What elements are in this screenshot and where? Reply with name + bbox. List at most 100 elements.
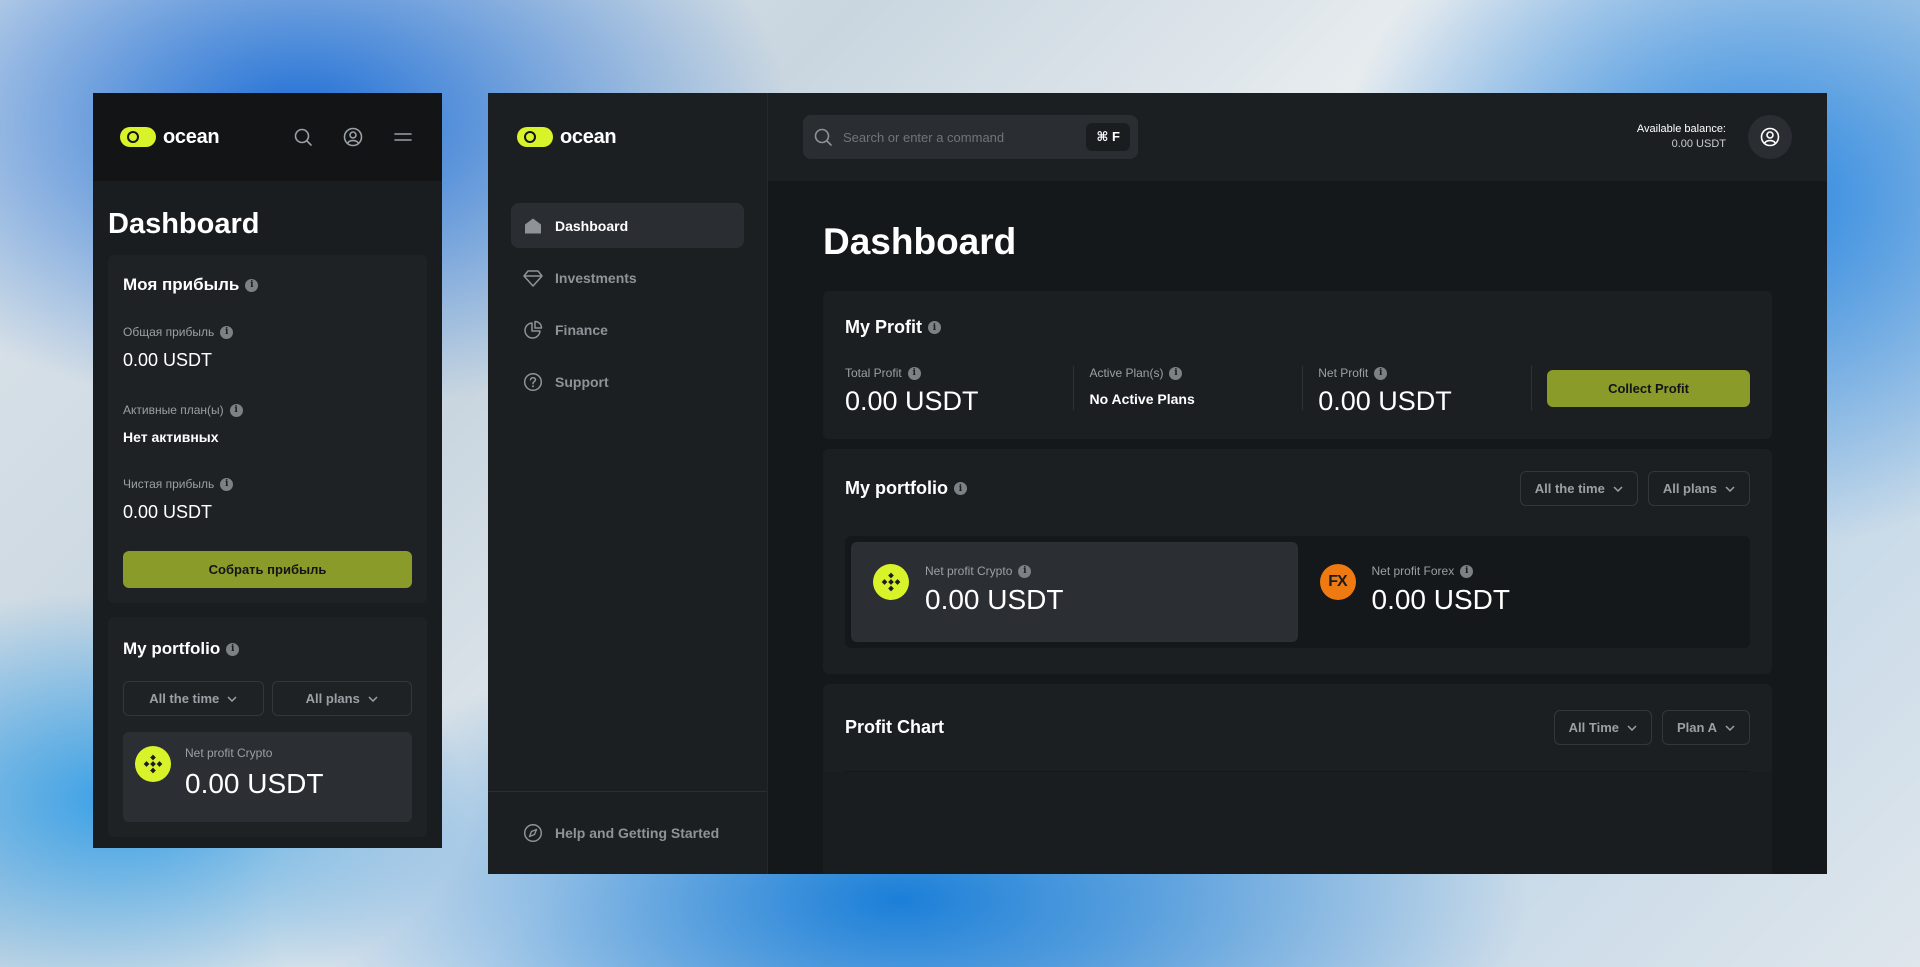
- net-profit-label: Чистая прибыль: [123, 477, 215, 491]
- time-filter-dropdown[interactable]: All the time: [123, 681, 264, 716]
- logo-text: ocean: [560, 125, 617, 148]
- page-title: Dashboard: [823, 221, 1017, 262]
- chevron-down-icon: [1725, 485, 1735, 492]
- chevron-down-icon: [1627, 724, 1637, 731]
- page-title: Dashboard: [108, 208, 260, 240]
- sidebar-item-label: Finance: [555, 321, 608, 338]
- time-filter-label: All the time: [149, 691, 220, 706]
- chevron-down-icon: [227, 695, 237, 702]
- info-icon[interactable]: i: [220, 477, 234, 491]
- info-icon[interactable]: i: [1169, 366, 1183, 380]
- search-shortcut-badge: ⌘ F: [1086, 123, 1130, 151]
- portfolio-card-title: My portfolio: [845, 478, 948, 498]
- sidebar-item-label: Dashboard: [555, 217, 629, 234]
- active-plans-label: Активные план(ы): [123, 403, 224, 417]
- search-input[interactable]: [843, 129, 1077, 145]
- info-icon[interactable]: i: [953, 482, 967, 495]
- crypto-asset-tile[interactable]: Net profit Crypto i 0.00 USDT: [851, 542, 1298, 642]
- sidebar-item-label: Support: [555, 373, 609, 390]
- binance-coin-icon: [873, 564, 909, 600]
- crypto-profit-value: 0.00 USDT: [925, 584, 1064, 615]
- search-icon[interactable]: [291, 125, 315, 149]
- chart-time-dropdown[interactable]: All Time: [1553, 710, 1653, 745]
- profit-chart-title: Profit Chart: [845, 717, 944, 737]
- crypto-asset-tile[interactable]: Net profit Crypto 0.00 USDT: [123, 732, 412, 822]
- main-content: Dashboard My Profit i Total Profit i 0.0…: [768, 181, 1827, 874]
- search-bar[interactable]: ⌘ F: [803, 115, 1138, 159]
- crypto-profit-label: Net profit Crypto: [925, 564, 1013, 578]
- net-profit-stat: Net Profit i 0.00 USDT: [1302, 366, 1531, 416]
- time-filter-label: All the time: [1534, 481, 1605, 496]
- logo-text: ocean: [163, 125, 220, 148]
- chart-area: [823, 772, 1772, 874]
- info-icon[interactable]: i: [1374, 366, 1388, 380]
- logo[interactable]: ocean: [517, 125, 617, 149]
- info-icon[interactable]: i: [928, 321, 942, 334]
- plan-filter-dropdown[interactable]: All plans: [271, 681, 412, 716]
- home-icon: [523, 216, 543, 236]
- mobile-view: ocean Dashboard Моя прибыль i Общая приб…: [93, 93, 442, 848]
- profit-card: Моя прибыль i Общая прибыль i 0.00 USDT …: [108, 255, 427, 603]
- plan-filter-dropdown[interactable]: All plans: [1647, 471, 1750, 506]
- sidebar-item-label: Investments: [555, 269, 637, 286]
- active-plans-value: No Active Plans: [1089, 391, 1195, 407]
- sidebar-item-finance[interactable]: Finance: [511, 307, 744, 352]
- sidebar: ocean Dashboard Investments Finance Supp…: [488, 93, 768, 874]
- active-plans-value: Нет активных: [123, 429, 219, 445]
- info-icon[interactable]: i: [229, 403, 243, 417]
- info-icon[interactable]: i: [1018, 564, 1032, 578]
- forex-profit-label: Net profit Forex: [1371, 564, 1455, 578]
- portfolio-card: My portfolio i All the time All plans Ne…: [108, 617, 427, 837]
- crypto-profit-value: 0.00 USDT: [185, 768, 324, 799]
- chart-plan-label: Plan A: [1677, 720, 1717, 735]
- crypto-profit-label: Net profit Crypto: [185, 746, 273, 760]
- info-icon[interactable]: i: [220, 325, 234, 339]
- sidebar-item-investments[interactable]: Investments: [511, 255, 744, 300]
- forex-profit-value: 0.00 USDT: [1371, 584, 1511, 615]
- net-profit-value: 0.00 USDT: [123, 502, 213, 522]
- help-link-label: Help and Getting Started: [555, 825, 720, 841]
- chevron-down-icon: [1725, 724, 1735, 731]
- time-filter-dropdown[interactable]: All the time: [1519, 471, 1638, 506]
- binance-coin-icon: [135, 746, 171, 782]
- total-profit-label: Total Profit: [845, 366, 902, 380]
- logo[interactable]: ocean: [120, 125, 220, 149]
- chart-plan-dropdown[interactable]: Plan A: [1662, 710, 1750, 745]
- sidebar-nav: Dashboard Investments Finance Support: [488, 181, 767, 404]
- info-icon[interactable]: i: [907, 366, 921, 380]
- info-icon[interactable]: i: [245, 278, 259, 292]
- asset-tiles: Net profit Crypto i 0.00 USDT FX Net pro…: [845, 536, 1750, 648]
- help-link[interactable]: Help and Getting Started: [488, 791, 767, 874]
- chevron-down-icon: [1613, 485, 1623, 492]
- collect-profit-button[interactable]: Собрать прибыль: [123, 551, 412, 588]
- desktop-view: ocean Dashboard Investments Finance Supp…: [488, 93, 1827, 874]
- chevron-down-icon: [368, 695, 378, 702]
- chart-time-label: All Time: [1568, 720, 1620, 735]
- total-profit-stat: Total Profit i 0.00 USDT: [845, 366, 1073, 417]
- user-icon[interactable]: [341, 125, 365, 149]
- portfolio-card-title: My portfolio: [123, 639, 221, 658]
- user-icon: [1760, 127, 1780, 147]
- available-balance: Available balance: 0.00 USDT: [1637, 122, 1726, 152]
- profit-chart-card: Profit Chart All Time Plan A: [823, 684, 1772, 874]
- total-profit-label: Общая прибыль: [123, 325, 215, 339]
- search-icon: [813, 127, 833, 147]
- info-icon[interactable]: i: [226, 642, 240, 656]
- profit-card-title: Моя прибыль: [123, 275, 240, 294]
- sidebar-item-dashboard[interactable]: Dashboard: [511, 203, 744, 248]
- forex-badge-icon: FX: [1319, 564, 1356, 600]
- collect-profit-button[interactable]: Collect Profit: [1547, 369, 1751, 407]
- logo-mark-icon: [517, 127, 553, 147]
- account-button[interactable]: [1748, 115, 1792, 159]
- mobile-header: ocean: [93, 93, 442, 181]
- forex-asset-tile[interactable]: FX Net profit Forex i 0.00 USDT: [1298, 542, 1745, 642]
- topbar: ⌘ F Available balance: 0.00 USDT: [768, 93, 1827, 181]
- pie-chart-icon: [523, 320, 543, 340]
- compass-icon: [523, 823, 543, 843]
- plan-filter-label: All plans: [1662, 481, 1717, 496]
- net-profit-label: Net Profit: [1318, 366, 1369, 380]
- sidebar-item-support[interactable]: Support: [511, 359, 744, 404]
- active-plans-label: Active Plan(s): [1089, 366, 1164, 380]
- menu-icon[interactable]: [391, 125, 415, 149]
- info-icon[interactable]: i: [1460, 564, 1474, 578]
